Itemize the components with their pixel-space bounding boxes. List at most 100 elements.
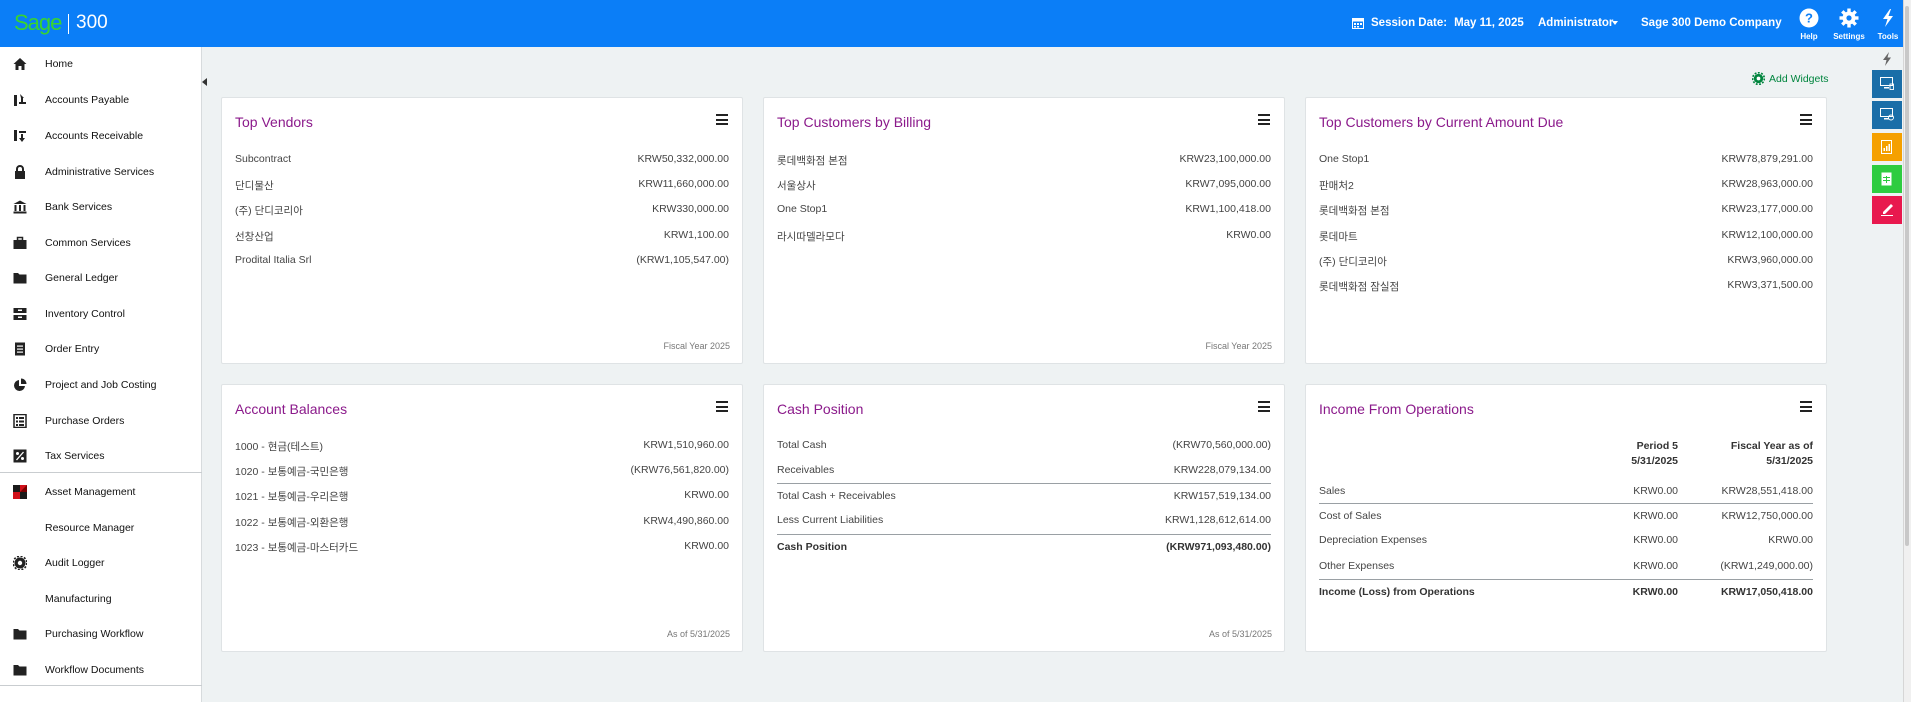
row-label[interactable]: 서울상사: [777, 178, 816, 193]
hamburger-menu-icon[interactable]: [716, 401, 728, 412]
widget-footer: As of 5/31/2025: [666, 629, 730, 639]
sidebar-item-inventory-control[interactable]: Inventory Control: [0, 301, 202, 327]
row-label[interactable]: (주) 단디코리아: [1319, 254, 1387, 269]
row-label[interactable]: 판매처2: [1319, 178, 1354, 193]
sidebar-item-label: Purchasing Workflow: [45, 628, 144, 640]
widget-title: Top Customers by Billing: [777, 114, 932, 130]
folder-icon: [13, 665, 27, 676]
row-value: KRW1,510,960.00: [643, 439, 729, 451]
sidebar-item-label: Order Entry: [45, 343, 100, 355]
row-label[interactable]: 단디물산: [235, 178, 274, 193]
hamburger-menu-icon[interactable]: [1258, 114, 1270, 125]
sidebar-item-audit-logger[interactable]: Audit Logger: [0, 550, 202, 576]
sidebar-item-project-and-job-costing[interactable]: Project and Job Costing: [0, 372, 202, 398]
row-label[interactable]: 1023 - 보통예금-마스터카드: [235, 540, 358, 555]
table-row-total: Income (Loss) from Operations KRW0.00 KRW1…: [1319, 586, 1813, 602]
table-row: 1023 - 보통예금-마스터카드 KRW0.00: [235, 540, 729, 556]
monitor-icon: [1880, 77, 1894, 90]
row-value: KRW1,100,418.00: [1185, 203, 1271, 215]
sidebar-item-bank-services[interactable]: Bank Services: [0, 194, 202, 220]
row-label[interactable]: 롯데백화점 잠실점: [1319, 279, 1399, 294]
chevron-down-icon[interactable]: [1612, 21, 1618, 25]
row-value: KRW0.00: [1226, 229, 1271, 241]
sidebar-item-label: Common Services: [45, 237, 131, 249]
row-label[interactable]: 선창산업: [235, 229, 274, 244]
company-name[interactable]: Sage 300 Demo Company: [1641, 17, 1782, 29]
lightning-icon[interactable]: [1882, 52, 1892, 66]
sidebar-item-asset-management[interactable]: Asset Management: [0, 479, 202, 505]
hamburger-menu-icon[interactable]: [1800, 401, 1812, 412]
sidebar-item-administrative-services[interactable]: Administrative Services: [0, 159, 202, 185]
help-icon: ?: [1799, 8, 1819, 28]
sidebar-item-home[interactable]: Home: [0, 51, 202, 77]
hamburger-menu-icon[interactable]: [1800, 114, 1812, 125]
row-label: Depreciation Expenses: [1319, 534, 1427, 546]
sidebar-item-order-entry[interactable]: Order Entry: [0, 336, 202, 362]
row-value: KRW1,100.00: [663, 229, 729, 241]
sidebar-item-workflow-documents[interactable]: Workflow Documents: [0, 657, 202, 683]
sage-logo[interactable]: Sage: [14, 12, 62, 34]
sidebar-item-accounts-receivable[interactable]: Accounts Receivable: [0, 123, 202, 149]
logo-divider: [68, 14, 69, 34]
sidebar-item-resource-manager[interactable]: Resource Manager: [0, 515, 202, 541]
row-label[interactable]: 라시따델라모다: [777, 229, 845, 244]
report-widget-button[interactable]: [1872, 101, 1902, 129]
row-label[interactable]: Subcontract: [235, 153, 291, 165]
calendar-icon: [1352, 18, 1364, 29]
widget-title: Top Customers by Current Amount Due: [1319, 114, 1564, 130]
sidebar-item-label: Accounts Receivable: [45, 130, 144, 142]
row-value: (KRW76,561,820.00): [630, 464, 729, 476]
sidebar-item-purchasing-workflow[interactable]: Purchasing Workflow: [0, 621, 202, 647]
help-button[interactable]: ? Help: [1792, 6, 1826, 42]
sidebar-item-tax-services[interactable]: Tax Services: [0, 443, 202, 469]
row-value-fiscal: (KRW1,249,000.00): [1720, 560, 1813, 572]
row-label[interactable]: 1020 - 보통예금-국민은행: [235, 464, 348, 479]
column-header-fiscal-year: Fiscal Year as of 5/31/2025: [1731, 439, 1813, 469]
sidebar-item-label: Purchase Orders: [45, 415, 125, 427]
row-label[interactable]: 롯데마트: [1319, 229, 1358, 244]
sidebar-item-general-ledger[interactable]: General Ledger: [0, 265, 202, 291]
lock-icon: [15, 165, 25, 179]
row-label[interactable]: One Stop1: [777, 203, 827, 215]
row-label[interactable]: 1000 - 현금(테스트): [235, 439, 323, 454]
user-menu[interactable]: Administrator: [1538, 17, 1613, 29]
sidebar-item-accounts-payable[interactable]: Accounts Payable: [0, 87, 202, 113]
widget-title: Top Vendors: [235, 114, 313, 130]
table-row: 롯데백화점 본점 KRW23,177,000.00: [1319, 203, 1813, 219]
session-date[interactable]: Session Date: May 11, 2025: [1352, 17, 1524, 29]
spreadsheet-button[interactable]: [1872, 165, 1902, 193]
add-widgets-button[interactable]: Add Widgets: [1752, 72, 1829, 85]
table-row: Receivables KRW228,079,134.00: [777, 464, 1271, 480]
divider: [1319, 503, 1813, 504]
table-row: 롯데마트 KRW12,100,000.00: [1319, 229, 1813, 245]
row-label[interactable]: 1022 - 보통예금-외환은행: [235, 515, 348, 530]
widget-top-vendors: Top Vendors Subcontract KRW50,332,000.00 …: [221, 97, 743, 364]
edit-button[interactable]: [1872, 196, 1902, 224]
lightning-icon: [1883, 9, 1893, 27]
row-label[interactable]: 1021 - 보통예금-우리은행: [235, 489, 348, 504]
sidebar-item-common-services[interactable]: Common Services: [0, 230, 202, 256]
sidebar-item-label: Accounts Payable: [45, 94, 130, 106]
row-label[interactable]: 롯데백화점 본점: [1319, 203, 1390, 218]
row-value: (KRW1,105,547.00): [636, 254, 729, 266]
row-label[interactable]: Prodital Italia Srl: [235, 254, 311, 266]
scrollbar-thumb[interactable]: [1905, 6, 1909, 546]
sidebar-item-manufacturing[interactable]: Manufacturing: [0, 586, 202, 612]
asset-management-icon: [13, 485, 27, 499]
settings-button[interactable]: Settings: [1832, 6, 1866, 42]
sidebar-item-purchase-orders[interactable]: Purchase Orders: [0, 408, 202, 434]
hamburger-menu-icon[interactable]: [716, 114, 728, 125]
row-label[interactable]: One Stop1: [1319, 153, 1369, 165]
hamburger-menu-icon[interactable]: [1258, 401, 1270, 412]
right-rail: [1872, 47, 1902, 237]
row-label[interactable]: (주) 단디코리아: [235, 203, 303, 218]
screen-widget-button[interactable]: [1872, 70, 1902, 98]
collapse-sidebar-arrow[interactable]: [202, 78, 207, 86]
row-value: (KRW70,560,000.00): [1172, 439, 1271, 451]
session-date-value: May 11, 2025: [1454, 17, 1524, 29]
chart-report-button[interactable]: [1872, 133, 1902, 161]
widget-title: Cash Position: [777, 401, 864, 417]
tools-button[interactable]: Tools: [1871, 6, 1905, 42]
row-label[interactable]: 롯데백화점 본점: [777, 153, 848, 168]
row-label: Less Current Liabilities: [777, 514, 884, 526]
